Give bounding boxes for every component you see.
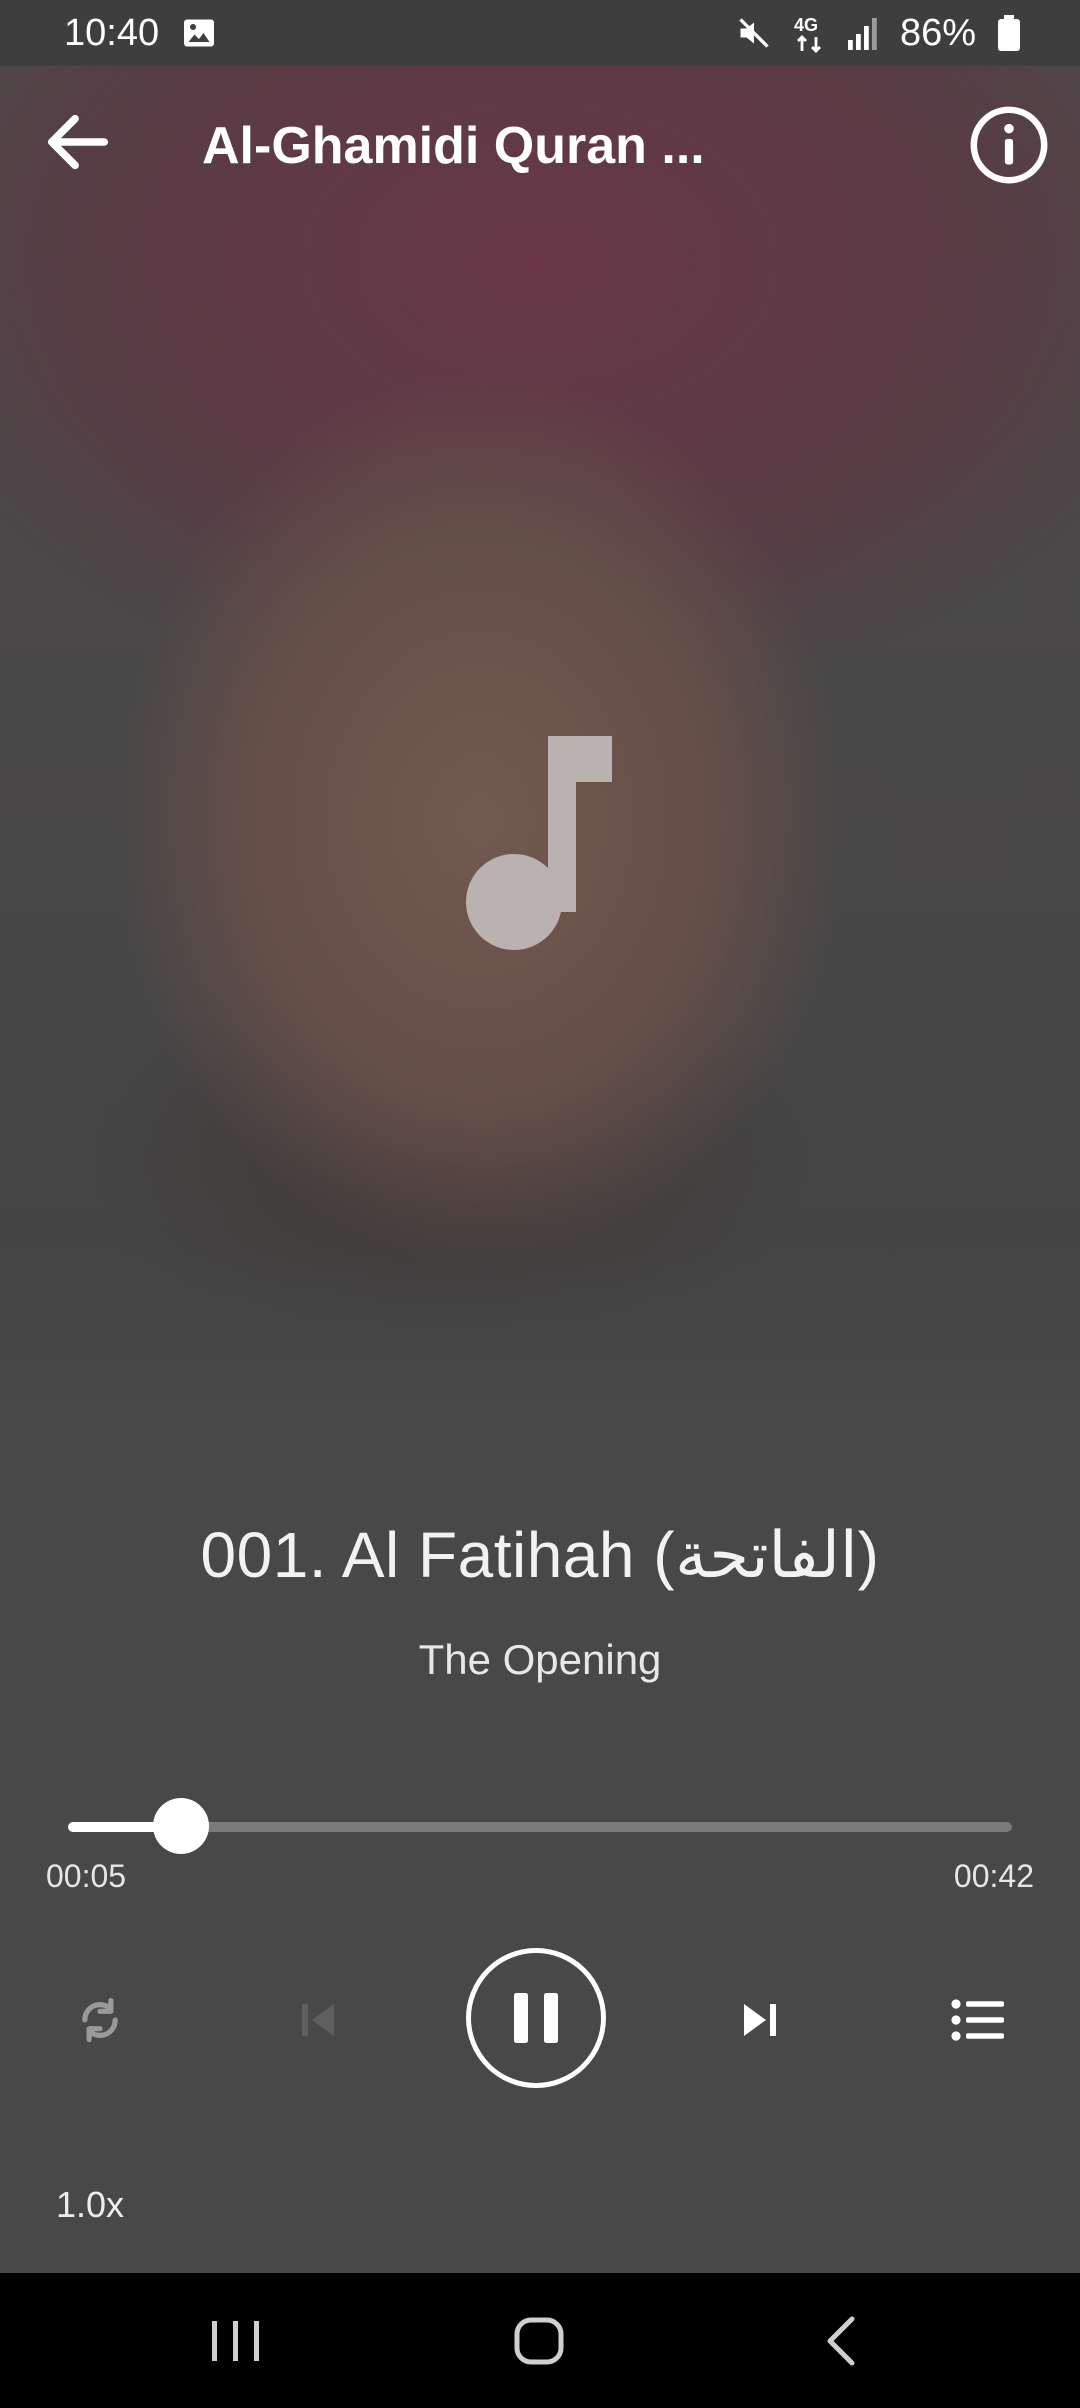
status-left: 10:40: [64, 12, 217, 55]
seek-bar[interactable]: [68, 1798, 1012, 1854]
track-title: 001. Al Fatihah (الفاتحة): [200, 1519, 880, 1591]
status-right: 4G 86%: [736, 12, 1020, 55]
playlist-button[interactable]: [938, 1980, 1018, 2060]
track-subtitle: The Opening: [418, 1636, 662, 1683]
music-note-icon: [466, 736, 612, 950]
pause-button[interactable]: [466, 1948, 606, 2088]
page-title: Al-Ghamidi Quran ...: [202, 117, 705, 175]
home-icon[interactable]: [512, 2313, 568, 2369]
seek-thumb[interactable]: [153, 1798, 209, 1854]
playlist-icon: [951, 1999, 1004, 2041]
top-app-bar: Al-Ghamidi Quran ...: [0, 66, 1080, 226]
elapsed-time: 00:05: [46, 1858, 127, 1894]
signal-icon: [847, 16, 878, 50]
next-track-button[interactable]: [720, 1980, 800, 2060]
network-label: 4G: [794, 15, 818, 35]
recents-icon[interactable]: [206, 2313, 266, 2369]
skip-next-icon: [744, 2004, 776, 2036]
pause-icon: [514, 1993, 558, 2043]
repeat-button[interactable]: [60, 1980, 140, 2060]
status-time: 10:40: [64, 11, 160, 54]
gallery-notification-icon: [181, 15, 217, 51]
arrow-left-icon: [47, 114, 109, 170]
info-icon: [970, 106, 1048, 184]
info-button[interactable]: [966, 102, 1052, 188]
previous-track-button[interactable]: [278, 1980, 358, 2060]
repeat-icon: [82, 1997, 118, 2043]
skip-previous-icon: [302, 2004, 334, 2036]
back-button[interactable]: [38, 102, 118, 182]
network-4g-icon: 4G: [794, 13, 826, 53]
seek-track: [68, 1822, 1012, 1832]
playback-speed-button[interactable]: 1.0x: [56, 2184, 124, 2226]
battery-icon: [998, 15, 1020, 51]
background-overlay: [0, 0, 1080, 2273]
status-bar: 10:40 4G 86%: [0, 0, 1080, 66]
system-navigation-bar: [0, 2273, 1080, 2408]
total-duration: 00:42: [953, 1858, 1034, 1894]
mute-icon: [736, 15, 772, 51]
battery-percentage: 86%: [899, 11, 976, 54]
nav-back-icon[interactable]: [814, 2311, 870, 2371]
